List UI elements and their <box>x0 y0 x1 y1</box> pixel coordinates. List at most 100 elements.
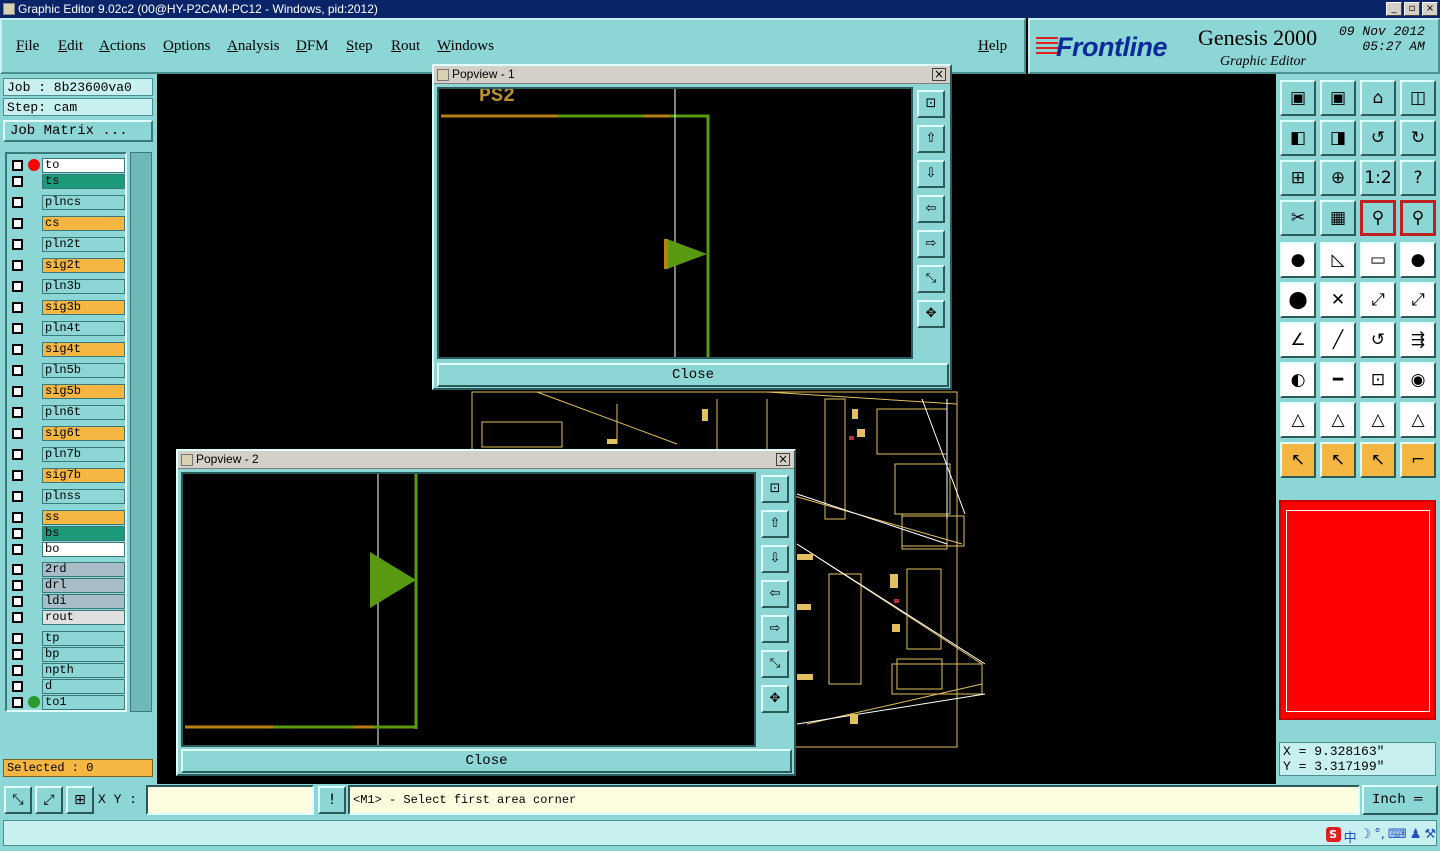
layer-checkbox[interactable] <box>12 697 23 708</box>
layer-row[interactable]: 2rd <box>9 562 125 577</box>
popview-1-close-icon[interactable]: × <box>932 68 946 81</box>
zoom-next-icon[interactable]: ◨ <box>1320 120 1356 156</box>
layer-row[interactable]: to <box>9 158 125 173</box>
layer-name[interactable]: plnss <box>42 489 125 504</box>
layer-row[interactable]: pln5b <box>9 363 125 378</box>
popview-2-canvas[interactable] <box>181 472 756 747</box>
window-icon[interactable]: ◫ <box>1400 80 1436 116</box>
layer-checkbox[interactable] <box>12 176 23 187</box>
snap-feature-icon[interactable]: ⚲ <box>1400 200 1436 236</box>
grid-icon[interactable]: ⊞ <box>66 786 94 814</box>
layer-checkbox[interactable] <box>12 681 23 692</box>
fit-view-icon[interactable]: ⤡ <box>761 650 789 678</box>
layer-row[interactable]: plncs <box>9 195 125 210</box>
overview-map[interactable] <box>1279 500 1436 720</box>
layer-row[interactable]: pln6t <box>9 405 125 420</box>
layer-checkbox[interactable] <box>12 528 23 539</box>
route-icon[interactable]: ⌐ <box>1400 442 1436 478</box>
popview-1-close-button[interactable]: Close <box>437 363 949 387</box>
snap-icon[interactable]: ⤢ <box>35 786 63 814</box>
select-icon[interactable]: ● <box>1280 242 1316 278</box>
pan-down-icon[interactable]: ⇩ <box>917 160 945 188</box>
layer-row[interactable]: sig5b <box>9 384 125 399</box>
maximize-icon[interactable]: ▫ <box>1404 2 1420 16</box>
layer-name[interactable]: sig3b <box>42 300 125 315</box>
layer-checkbox[interactable] <box>12 428 23 439</box>
home-icon[interactable]: ⌂ <box>1360 80 1396 116</box>
copy-icon[interactable]: ⤢ <box>1400 282 1436 318</box>
layer-checkbox[interactable] <box>12 218 23 229</box>
layer-row[interactable]: bp <box>9 647 125 662</box>
popview-1-canvas[interactable]: PS2 <box>437 85 913 359</box>
layer-row[interactable]: pln2t <box>9 237 125 252</box>
pan-left-icon[interactable]: ⇦ <box>917 195 945 223</box>
delete-icon[interactable]: ✕ <box>1320 282 1356 318</box>
minimize-icon[interactable]: _ <box>1386 2 1402 16</box>
ruler-icon[interactable]: ▭ <box>1360 242 1396 278</box>
layer-checkbox[interactable] <box>12 649 23 660</box>
layer-name[interactable]: sig2t <box>42 258 125 273</box>
help-icon[interactable]: ? <box>1400 160 1436 196</box>
scale-icon[interactable]: 1:2 <box>1360 160 1396 196</box>
layer-row[interactable]: rout <box>9 610 125 625</box>
menu-options[interactable]: Options <box>163 38 211 55</box>
layer-row[interactable]: plnss <box>9 489 125 504</box>
layer-checkbox[interactable] <box>12 612 23 623</box>
angle-icon[interactable]: ∠ <box>1280 322 1316 358</box>
xy-input[interactable] <box>146 785 314 815</box>
alert-button[interactable]: ! <box>318 786 346 814</box>
layer-name[interactable]: to <box>42 158 125 173</box>
pan-left-icon[interactable]: ⇦ <box>761 580 789 608</box>
layer-checkbox[interactable] <box>12 365 23 376</box>
layer-name[interactable]: sig7b <box>42 468 125 483</box>
layer-row[interactable]: tp <box>9 631 125 646</box>
pan-right-icon[interactable]: ⇨ <box>761 615 789 643</box>
layer-checkbox[interactable] <box>12 407 23 418</box>
line-icon[interactable]: ╱ <box>1320 322 1356 358</box>
text2-icon[interactable]: △ <box>1320 402 1356 438</box>
layer-row[interactable]: sig3b <box>9 300 125 315</box>
net-icon[interactable]: ⬤ <box>1280 282 1316 318</box>
layer-checkbox[interactable] <box>12 491 23 502</box>
menu-actions[interactable]: Actions <box>99 38 146 55</box>
snap-icon[interactable]: ⚲ <box>1360 200 1396 236</box>
layer-checkbox[interactable] <box>12 386 23 397</box>
layer-name[interactable]: sig6t <box>42 426 125 441</box>
text3-icon[interactable]: △ <box>1360 402 1396 438</box>
layer-name[interactable]: drl <box>42 578 125 593</box>
layer-name[interactable]: pln7b <box>42 447 125 462</box>
layer-name[interactable]: npth <box>42 663 125 678</box>
measure-icon[interactable]: ◺ <box>1320 242 1356 278</box>
fit-view-icon[interactable]: ⤡ <box>917 265 945 293</box>
layer-name[interactable]: pln2t <box>42 237 125 252</box>
menu-windows[interactable]: Windows <box>437 38 494 55</box>
layer-row[interactable]: pln4t <box>9 321 125 336</box>
popview-2-close-icon[interactable]: × <box>776 453 790 466</box>
menu-dfm[interactable]: DFM <box>296 38 329 55</box>
ime-chinese-icon[interactable]: 中 <box>1344 827 1357 846</box>
layer-checkbox[interactable] <box>12 239 23 250</box>
save-icon[interactable]: ▣ <box>1320 80 1356 116</box>
layer-checkbox[interactable] <box>12 344 23 355</box>
layer-name[interactable]: pln6t <box>42 405 125 420</box>
layer-row[interactable]: sig7b <box>9 468 125 483</box>
user-icon[interactable]: ♟ <box>1410 827 1422 846</box>
layer-checkbox[interactable] <box>12 470 23 481</box>
layer-row[interactable]: to1 <box>9 695 125 710</box>
layer-name[interactable]: bo <box>42 542 125 557</box>
fit-icon[interactable]: ⊞ <box>1280 160 1316 196</box>
menu-analysis[interactable]: Analysis <box>227 38 280 55</box>
layer-checkbox[interactable] <box>12 665 23 676</box>
text4-icon[interactable]: △ <box>1400 402 1436 438</box>
center-view-icon[interactable]: ✥ <box>761 685 789 713</box>
close-icon[interactable]: × <box>1422 2 1438 16</box>
popview-2-close-button[interactable]: Close <box>181 749 792 773</box>
redo-icon[interactable]: ↻ <box>1400 120 1436 156</box>
pan-up-icon[interactable]: ⇧ <box>761 510 789 538</box>
layer-row[interactable]: ldi <box>9 594 125 609</box>
layer-name[interactable]: bs <box>42 526 125 541</box>
zoom-in-icon[interactable]: ⊡ <box>917 90 945 118</box>
layer-checkbox[interactable] <box>12 302 23 313</box>
flip-icon[interactable]: ⇶ <box>1400 322 1436 358</box>
menu-edit[interactable]: Edit <box>58 38 83 55</box>
